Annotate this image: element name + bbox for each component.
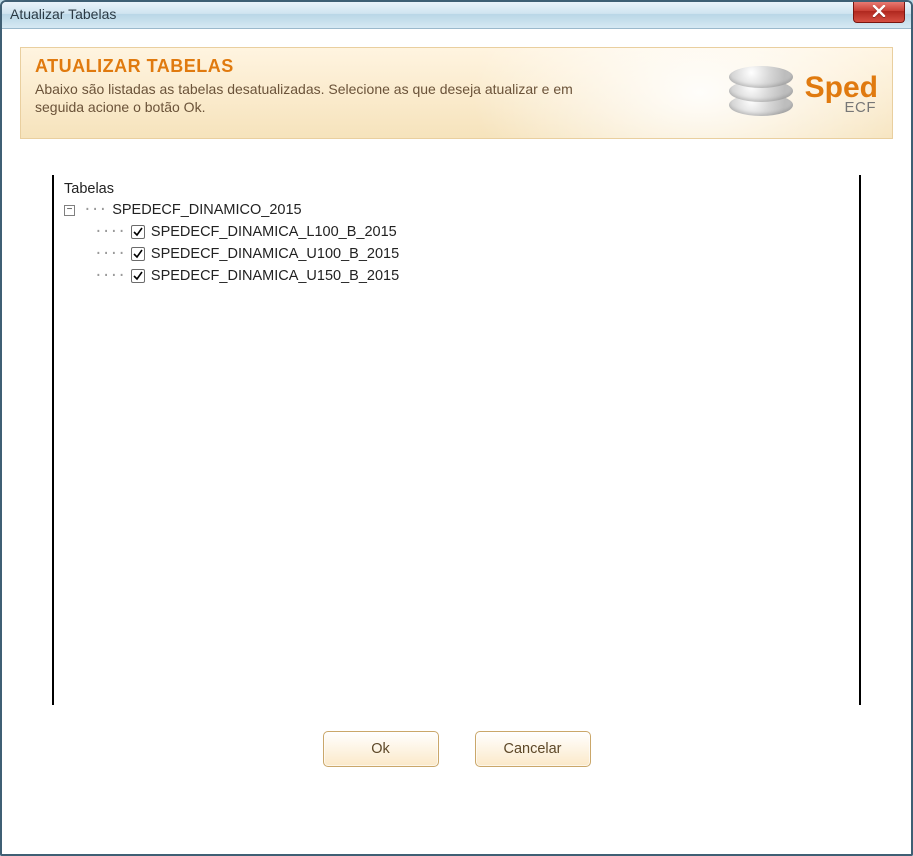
dialog-window: Atualizar Tabelas ATUALIZAR TABELAS Abai… [0, 0, 913, 856]
close-icon [872, 5, 886, 20]
sped-logo: Sped ECF [729, 66, 878, 120]
close-button[interactable] [853, 2, 905, 23]
ok-button[interactable]: Ok [323, 731, 439, 767]
checkbox-icon[interactable] [131, 247, 145, 261]
tree-group[interactable]: − ··· SPEDECF_DINAMICO_2015 [64, 199, 849, 221]
button-row: Ok Cancelar [52, 731, 861, 767]
header-description: Abaixo são listadas as tabelas desatuali… [35, 81, 605, 116]
disc-stack-icon [729, 66, 793, 120]
tree-group-label: SPEDECF_DINAMICO_2015 [112, 202, 301, 218]
body-area: Tabelas − ··· SPEDECF_DINAMICO_2015 ···· [2, 139, 911, 789]
tree-item[interactable]: ···· SPEDECF_DINAMICA_U150_B_2015 [94, 265, 849, 287]
tree-item-label: SPEDECF_DINAMICA_L100_B_2015 [151, 224, 397, 240]
tree-root-label: Tabelas [64, 181, 849, 197]
tree-item-label: SPEDECF_DINAMICA_U150_B_2015 [151, 268, 399, 284]
cancel-button[interactable]: Cancelar [475, 731, 591, 767]
checkbox-icon[interactable] [131, 269, 145, 283]
checkbox-icon[interactable] [131, 225, 145, 239]
tree-item[interactable]: ···· SPEDECF_DINAMICA_L100_B_2015 [94, 221, 849, 243]
header-banner: ATUALIZAR TABELAS Abaixo são listadas as… [20, 47, 893, 139]
logo-sub: ECF [845, 99, 877, 116]
window-title: Atualizar Tabelas [10, 6, 116, 22]
tree-item-label: SPEDECF_DINAMICA_U100_B_2015 [151, 246, 399, 262]
tables-tree-panel: Tabelas − ··· SPEDECF_DINAMICO_2015 ···· [52, 175, 861, 705]
titlebar[interactable]: Atualizar Tabelas [2, 2, 911, 29]
expander-icon[interactable]: − [64, 205, 75, 216]
tree-item[interactable]: ···· SPEDECF_DINAMICA_U100_B_2015 [94, 243, 849, 265]
